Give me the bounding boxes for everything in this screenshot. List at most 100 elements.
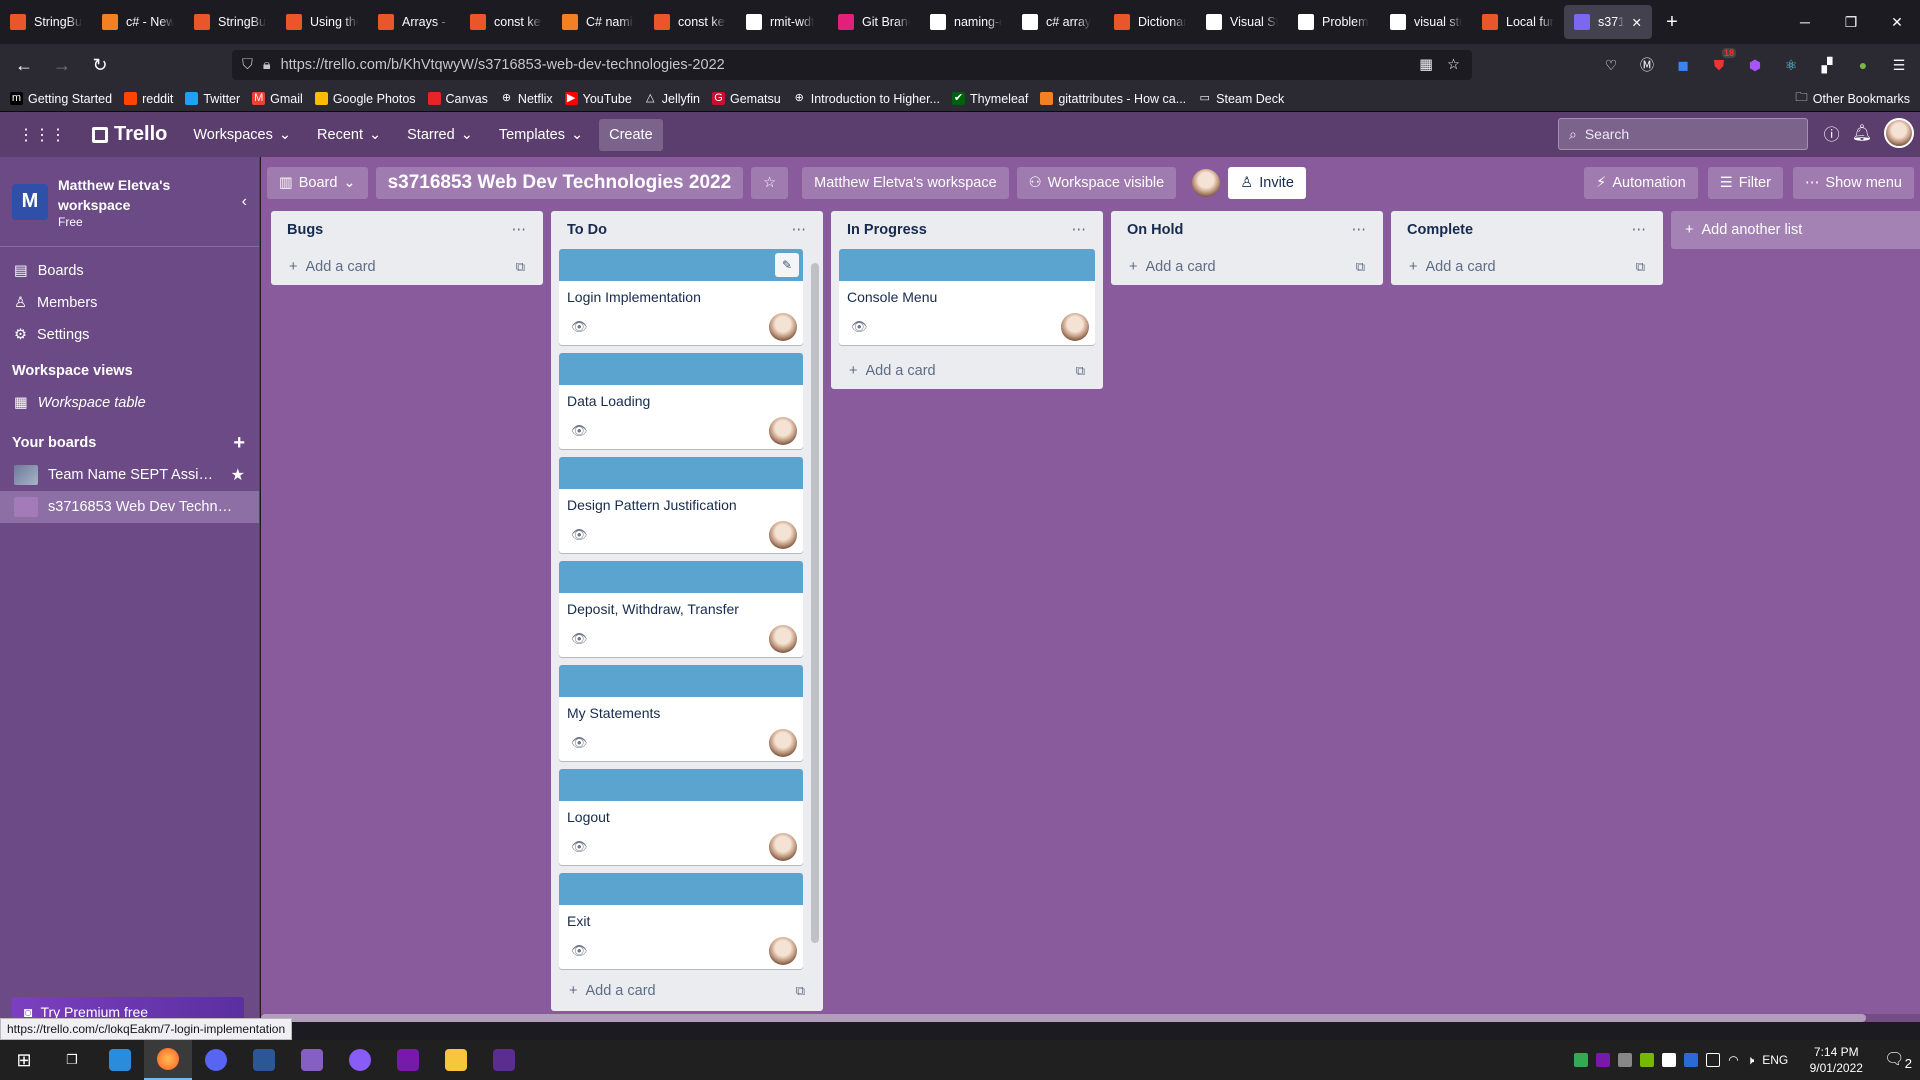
card[interactable]: My Statements 👁︎: [559, 665, 803, 761]
star-board-button[interactable]: ☆: [751, 167, 789, 199]
list-header[interactable]: In Progress ⋯: [831, 211, 1103, 249]
browser-tab[interactable]: Using the: [276, 5, 368, 39]
invite-button[interactable]: ♙ Invite: [1228, 167, 1306, 199]
info-icon[interactable]: ⓘ: [1824, 121, 1840, 145]
url-bar[interactable]: ⛉ 🔒︎ https://trello.com/b/KhVtqwyW/s3716…: [232, 50, 1472, 80]
add-card-button[interactable]: + Add a card ⧉: [271, 249, 543, 285]
bookmark-item[interactable]: ⊕ Introduction to Higher...: [792, 92, 940, 106]
add-card-button[interactable]: + Add a card ⧉: [551, 971, 823, 1011]
list-header[interactable]: Bugs ⋯: [271, 211, 543, 249]
list-menu-icon[interactable]: ⋯: [792, 222, 808, 238]
forward-button[interactable]: →: [46, 49, 78, 81]
browser-tab[interactable]: C# namin: [552, 5, 644, 39]
list-menu-icon[interactable]: ⋯: [1632, 222, 1648, 238]
bookmark-item[interactable]: reddit: [124, 92, 173, 106]
templates-menu[interactable]: Templates ⌄: [489, 119, 593, 151]
add-card-button[interactable]: + Add a card ⧉: [1391, 249, 1663, 285]
lock-icon[interactable]: 🔒︎: [263, 57, 271, 73]
template-icon[interactable]: ⧉: [516, 259, 525, 275]
board-horizontal-scrollbar[interactable]: [261, 1014, 1920, 1022]
bell-icon[interactable]: 🔔︎: [1852, 123, 1872, 143]
extension-icon[interactable]: ◼: [1670, 50, 1696, 80]
language-indicator[interactable]: ENG: [1762, 1053, 1788, 1067]
edit-card-pencil-icon[interactable]: ✎: [775, 253, 799, 277]
sidebar-item-members[interactable]: ♙ Members: [0, 287, 259, 319]
starred-menu[interactable]: Starred ⌄: [397, 119, 483, 151]
browser-tab[interactable]: const key: [460, 5, 552, 39]
search-box[interactable]: ⌕: [1558, 118, 1808, 150]
task-view-button[interactable]: ❐: [48, 1040, 96, 1080]
card-member-avatar[interactable]: [769, 521, 797, 549]
bookmark-item[interactable]: Canvas: [427, 92, 488, 106]
add-card-button[interactable]: + Add a card ⧉: [1111, 249, 1383, 285]
start-button[interactable]: ⊞: [0, 1040, 48, 1080]
taskbar-discord[interactable]: [192, 1040, 240, 1080]
card[interactable]: Design Pattern Justification 👁︎: [559, 457, 803, 553]
card[interactable]: Logout 👁︎: [559, 769, 803, 865]
automation-button[interactable]: ⚡︎ Automation: [1584, 167, 1698, 199]
card[interactable]: Exit 👁︎: [559, 873, 803, 969]
bluetooth-icon[interactable]: [1684, 1053, 1699, 1067]
bookmark-item[interactable]: ⊕ Netflix: [499, 92, 553, 106]
restore-button[interactable]: ❐: [1828, 0, 1874, 44]
card-member-avatar[interactable]: [769, 937, 797, 965]
taskbar-terminal[interactable]: [480, 1040, 528, 1080]
create-button[interactable]: Create: [599, 118, 663, 151]
workspace-avatar[interactable]: M: [12, 183, 48, 220]
back-button[interactable]: ←: [8, 49, 40, 81]
security-icon[interactable]: [1662, 1053, 1677, 1067]
template-icon[interactable]: ⧉: [796, 983, 805, 999]
card-member-avatar[interactable]: [769, 625, 797, 653]
other-bookmarks[interactable]: 🗀︎ Other Bookmarks: [1795, 88, 1910, 109]
list-menu-icon[interactable]: ⋯: [1072, 222, 1088, 238]
taskbar-visual-studio[interactable]: [288, 1040, 336, 1080]
browser-tab[interactable]: Arrays - C: [368, 5, 460, 39]
m-extension-icon[interactable]: Ⓜ: [1634, 50, 1660, 80]
recent-menu[interactable]: Recent ⌄: [307, 119, 391, 151]
menu-icon[interactable]: ☰: [1886, 50, 1912, 80]
card[interactable]: Deposit, Withdraw, Transfer 👁︎: [559, 561, 803, 657]
close-window-button[interactable]: ✕: [1874, 0, 1920, 44]
scrollbar-thumb[interactable]: [811, 263, 819, 943]
sidebar-board-sept[interactable]: Team Name SEPT Assignme...★: [0, 459, 259, 491]
pocket-icon[interactable]: ♡: [1598, 50, 1624, 80]
board-view-switcher[interactable]: ▥ Board ⌄: [267, 167, 368, 199]
bookmark-item[interactable]: ▭ Steam Deck: [1198, 92, 1284, 106]
bookmark-item[interactable]: M Gmail: [252, 92, 303, 106]
extensions-icon[interactable]: ▞: [1814, 50, 1840, 80]
card-member-avatar[interactable]: [769, 833, 797, 861]
add-board-icon[interactable]: +: [233, 432, 245, 455]
bookmark-item[interactable]: Twitter: [185, 92, 240, 106]
clock[interactable]: 7:14 PM 9/01/2022: [1796, 1044, 1876, 1076]
taskbar-vscode[interactable]: [96, 1040, 144, 1080]
sidebar-item-settings[interactable]: ⚙ Settings: [0, 319, 259, 351]
trello-logo[interactable]: Trello: [82, 119, 177, 151]
bookmark-item[interactable]: ▶ YouTube: [564, 92, 632, 106]
browser-tab[interactable]: naming-c: [920, 5, 1012, 39]
search-input[interactable]: [1584, 126, 1785, 142]
card[interactable]: Data Loading 👁︎: [559, 353, 803, 449]
template-icon[interactable]: ⧉: [1356, 259, 1365, 275]
reload-button[interactable]: ↻: [84, 49, 116, 81]
browser-tab[interactable]: StringBuil: [0, 5, 92, 39]
meet-icon[interactable]: [1618, 1053, 1633, 1067]
workspaces-menu[interactable]: Workspaces ⌄: [183, 119, 301, 151]
volume-icon[interactable]: 🕨︎: [1747, 1053, 1755, 1068]
notification-center-icon[interactable]: 🗨︎2: [1884, 1049, 1912, 1071]
browser-tab[interactable]: c# array: [1012, 5, 1104, 39]
taskbar-file-explorer[interactable]: [432, 1040, 480, 1080]
template-icon[interactable]: ⧉: [1076, 363, 1085, 379]
scrollbar-thumb[interactable]: [261, 1014, 1866, 1022]
list-menu-icon[interactable]: ⋯: [512, 222, 528, 238]
user-avatar[interactable]: [1884, 118, 1914, 148]
bookmark-star-icon[interactable]: ☆: [1447, 57, 1460, 73]
nvidia-icon[interactable]: [1640, 1053, 1655, 1067]
google-drive-icon[interactable]: [1574, 1053, 1589, 1067]
onenote-tray-icon[interactable]: [1596, 1053, 1611, 1067]
add-card-button[interactable]: + Add a card ⧉: [831, 353, 1103, 389]
bookmark-item[interactable]: m Getting Started: [10, 92, 112, 106]
qr-code-icon[interactable]: ▦: [1419, 57, 1433, 73]
browser-tab[interactable]: visual stu: [1380, 5, 1472, 39]
list-menu-icon[interactable]: ⋯: [1352, 222, 1368, 238]
list-scrollbar[interactable]: [809, 249, 821, 971]
